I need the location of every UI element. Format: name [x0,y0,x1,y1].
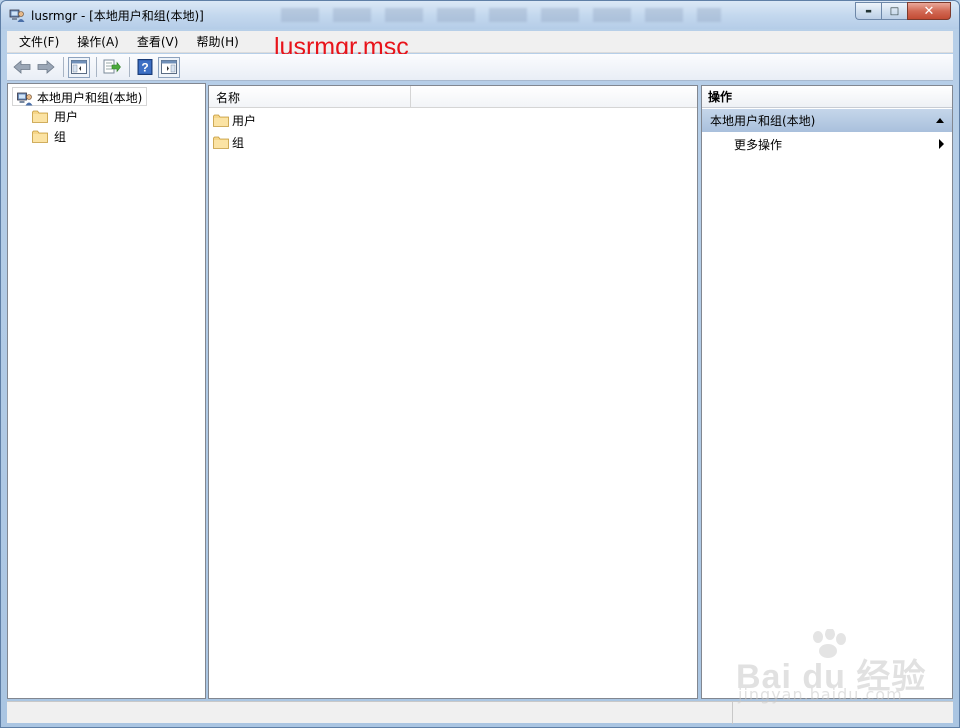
tree-root-node[interactable]: 本地用户和组(本地) [12,87,148,106]
title-bar[interactable]: lusrmgr - [本地用户和组(本地)] ▬ □ ✕ [1,1,959,29]
action-group-label: 本地用户和组(本地) [710,114,816,128]
menu-action[interactable]: 操作(A) [71,33,125,50]
toolbar-separator [96,57,97,77]
mmc-window: lusrmgr - [本地用户和组(本地)] ▬ □ ✕ 文件(F) 操作(A)… [0,0,960,728]
console-tree-pane: 本地用户和组(本地) 用户 组 [7,83,206,699]
tree-node-groups[interactable]: 组 [32,127,66,145]
list-item-label: 用户 [232,113,257,128]
action-group-local-users-groups[interactable]: 本地用户和组(本地) [702,109,952,132]
window-controls: ▬ □ ✕ [855,2,951,20]
status-cell-side [733,702,953,724]
folder-icon [32,130,48,143]
export-list-button[interactable] [101,57,123,78]
menu-view[interactable]: 查看(V) [131,33,185,50]
folder-icon [32,110,48,123]
tree-node-label: 组 [54,129,67,144]
action-item-label: 更多操作 [734,137,783,152]
show-hide-action-pane-button[interactable] [158,56,180,78]
column-header-label: 名称 [216,90,241,105]
maximize-icon: □ [889,5,900,17]
menu-help[interactable]: 帮助(H) [190,33,244,50]
toolbar-separator [63,57,64,77]
maximize-button[interactable]: □ [881,2,907,20]
column-header-name[interactable]: 名称 [209,86,411,108]
export-list-icon [103,59,121,74]
show-hide-console-tree-button[interactable] [68,56,90,78]
list-column-header: 名称 [209,86,697,108]
action-more-actions[interactable]: 更多操作 [702,133,952,155]
list-item-groups[interactable]: 组 [213,132,244,152]
forward-arrow-icon [37,60,55,74]
app-icon [9,9,25,22]
minimize-button[interactable]: ▬ [855,2,881,20]
menu-bar: 文件(F) 操作(A) 查看(V) 帮助(H) [7,31,953,53]
folder-icon [213,136,229,149]
list-item-label: 组 [232,135,245,150]
users-groups-icon [17,92,33,105]
status-bar [7,701,953,724]
minimize-icon: ▬ [865,7,872,15]
blurred-title-region [281,8,721,22]
help-button[interactable]: ? [134,57,156,78]
submenu-arrow-icon [939,139,944,149]
status-cell-main [7,702,733,724]
window-title: lusrmgr - [本地用户和组(本地)] [31,9,204,23]
show-hide-tree-icon [71,60,87,74]
close-button[interactable]: ✕ [907,2,951,20]
close-icon: ✕ [923,3,935,19]
action-pane: 操作 本地用户和组(本地) 更多操作 [701,85,953,699]
toolbar-separator [129,57,130,77]
back-arrow-icon [13,60,31,74]
results-list-pane: 名称 用户 组 [208,85,698,699]
folder-icon [213,114,229,127]
action-pane-header: 操作 [702,86,952,108]
collapse-up-icon[interactable] [936,118,944,123]
tree-node-label: 用户 [54,109,79,124]
toolbar: ? [7,54,953,81]
tree-root-label: 本地用户和组(本地) [37,91,143,105]
show-hide-action-pane-icon [161,60,177,74]
forward-button[interactable] [35,57,57,78]
back-button[interactable] [11,57,33,78]
list-item-users[interactable]: 用户 [213,110,256,130]
tree-node-users[interactable]: 用户 [32,107,78,125]
help-icon: ? [137,59,153,75]
menu-file[interactable]: 文件(F) [13,33,65,50]
svg-text:?: ? [141,61,148,75]
